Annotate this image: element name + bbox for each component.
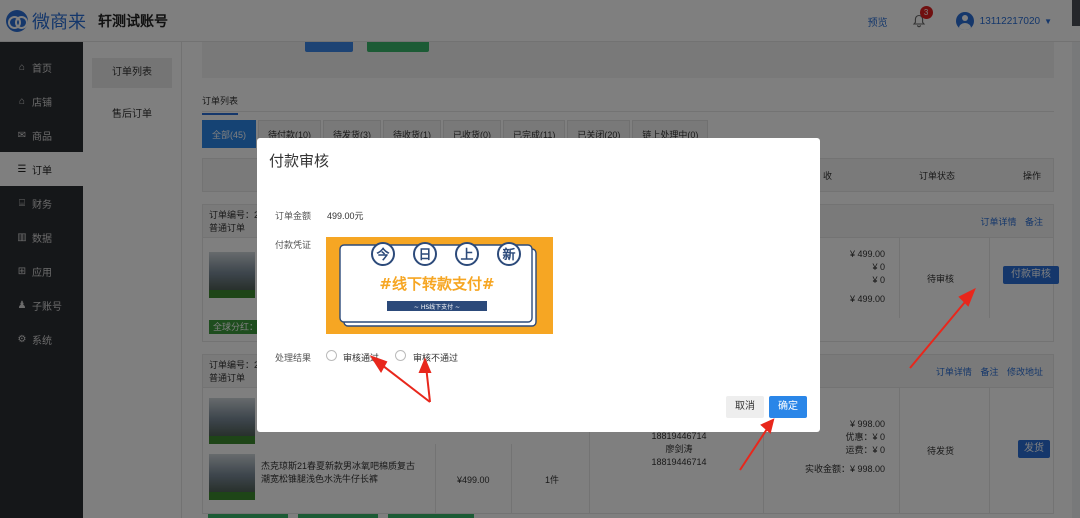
- voucher-char: 新: [502, 247, 515, 263]
- modal-title: 付款审核: [269, 153, 330, 170]
- reject-radio[interactable]: [395, 350, 406, 361]
- approve-label[interactable]: 审核通过: [343, 351, 379, 364]
- cancel-button[interactable]: 取消: [726, 396, 764, 418]
- voucher-char: 上: [460, 248, 473, 263]
- voucher-headline: #线下转款支付#: [379, 275, 494, 293]
- confirm-button[interactable]: 确定: [769, 396, 807, 418]
- payment-review-modal: 付款审核 订单金额 499.00元 付款凭证 今 日 上 新 #线下转款支付# …: [257, 138, 820, 432]
- result-label: 处理结果: [275, 353, 312, 363]
- voucher-subline: ~ HS线下支付 ~: [414, 303, 460, 311]
- approve-radio[interactable]: [326, 350, 337, 361]
- amount-value: 499.00元: [327, 211, 364, 221]
- voucher-char: 日: [418, 248, 431, 263]
- payment-voucher-image[interactable]: 今 日 上 新 #线下转款支付# ~ HS线下支付 ~: [326, 237, 553, 334]
- voucher-graphic: 今 日 上 新 #线下转款支付# ~ HS线下支付 ~: [326, 237, 553, 334]
- amount-label: 订单金额: [275, 211, 312, 221]
- voucher-label: 付款凭证: [275, 240, 312, 250]
- reject-label[interactable]: 审核不通过: [413, 351, 458, 364]
- voucher-char: 今: [375, 247, 390, 263]
